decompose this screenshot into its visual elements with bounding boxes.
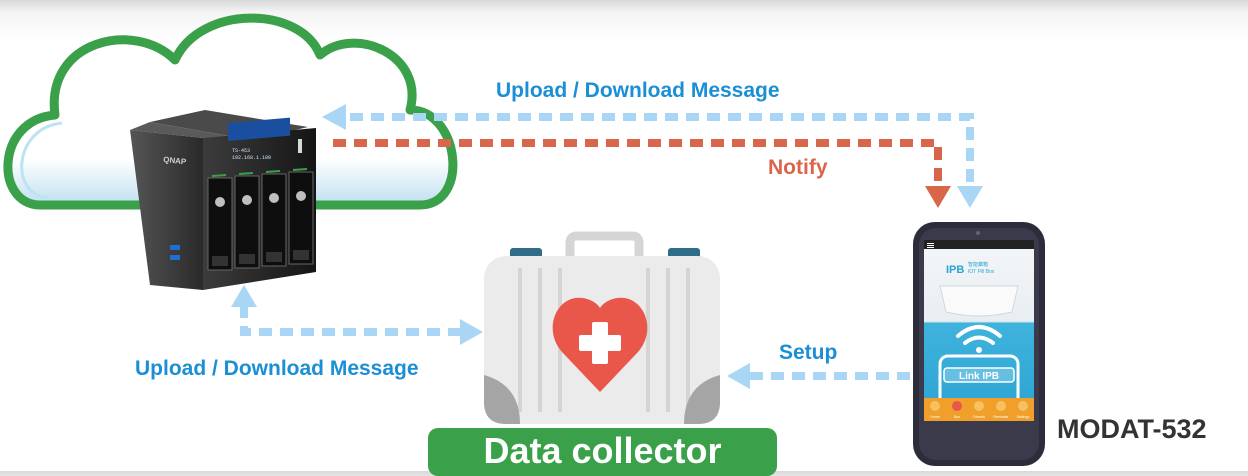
nas-power-button[interactable] (298, 139, 302, 153)
phone-app-subtitle2: IOT Pill Box (968, 269, 995, 275)
link-ipb-label: Link IPB (959, 371, 999, 382)
data-collector-case-icon (484, 231, 720, 424)
data-collector-badge: Data collector (428, 428, 777, 476)
phone-device: IPB 智能藥箱 IOT Pill Box Link IPB Home Box … (913, 222, 1045, 466)
phone-tab-home[interactable]: Home (930, 415, 939, 419)
phone-app-logo: IPB (946, 264, 964, 276)
phone-tab-box[interactable]: Box (954, 415, 960, 419)
setup-arrow (727, 363, 910, 389)
nas-lcd-line2: 192.168.1.100 (232, 155, 271, 161)
phone-tab-settings[interactable]: Settings (1017, 415, 1030, 419)
upload-download-arrow-left (231, 285, 483, 345)
phone-tab-friends[interactable]: Friends (973, 415, 985, 419)
phone-tab-reminder[interactable]: Reminder (993, 415, 1009, 419)
phone-menu-icon[interactable] (927, 243, 934, 248)
nas-device: QNAP TS-453 192.168.1.100 (130, 110, 316, 290)
pill-box-icon (939, 285, 1019, 317)
notify-label: Notify (768, 156, 828, 179)
upload-download-label-top: Upload / Download Message (496, 79, 780, 102)
upload-download-label-left: Upload / Download Message (135, 357, 419, 380)
phone-app-subtitle: 智能藥箱 (968, 261, 988, 268)
phone-model-label: MODAT-532 (1057, 414, 1207, 444)
setup-label: Setup (779, 341, 838, 364)
nas-lcd-line1: TS-453 (232, 148, 250, 154)
